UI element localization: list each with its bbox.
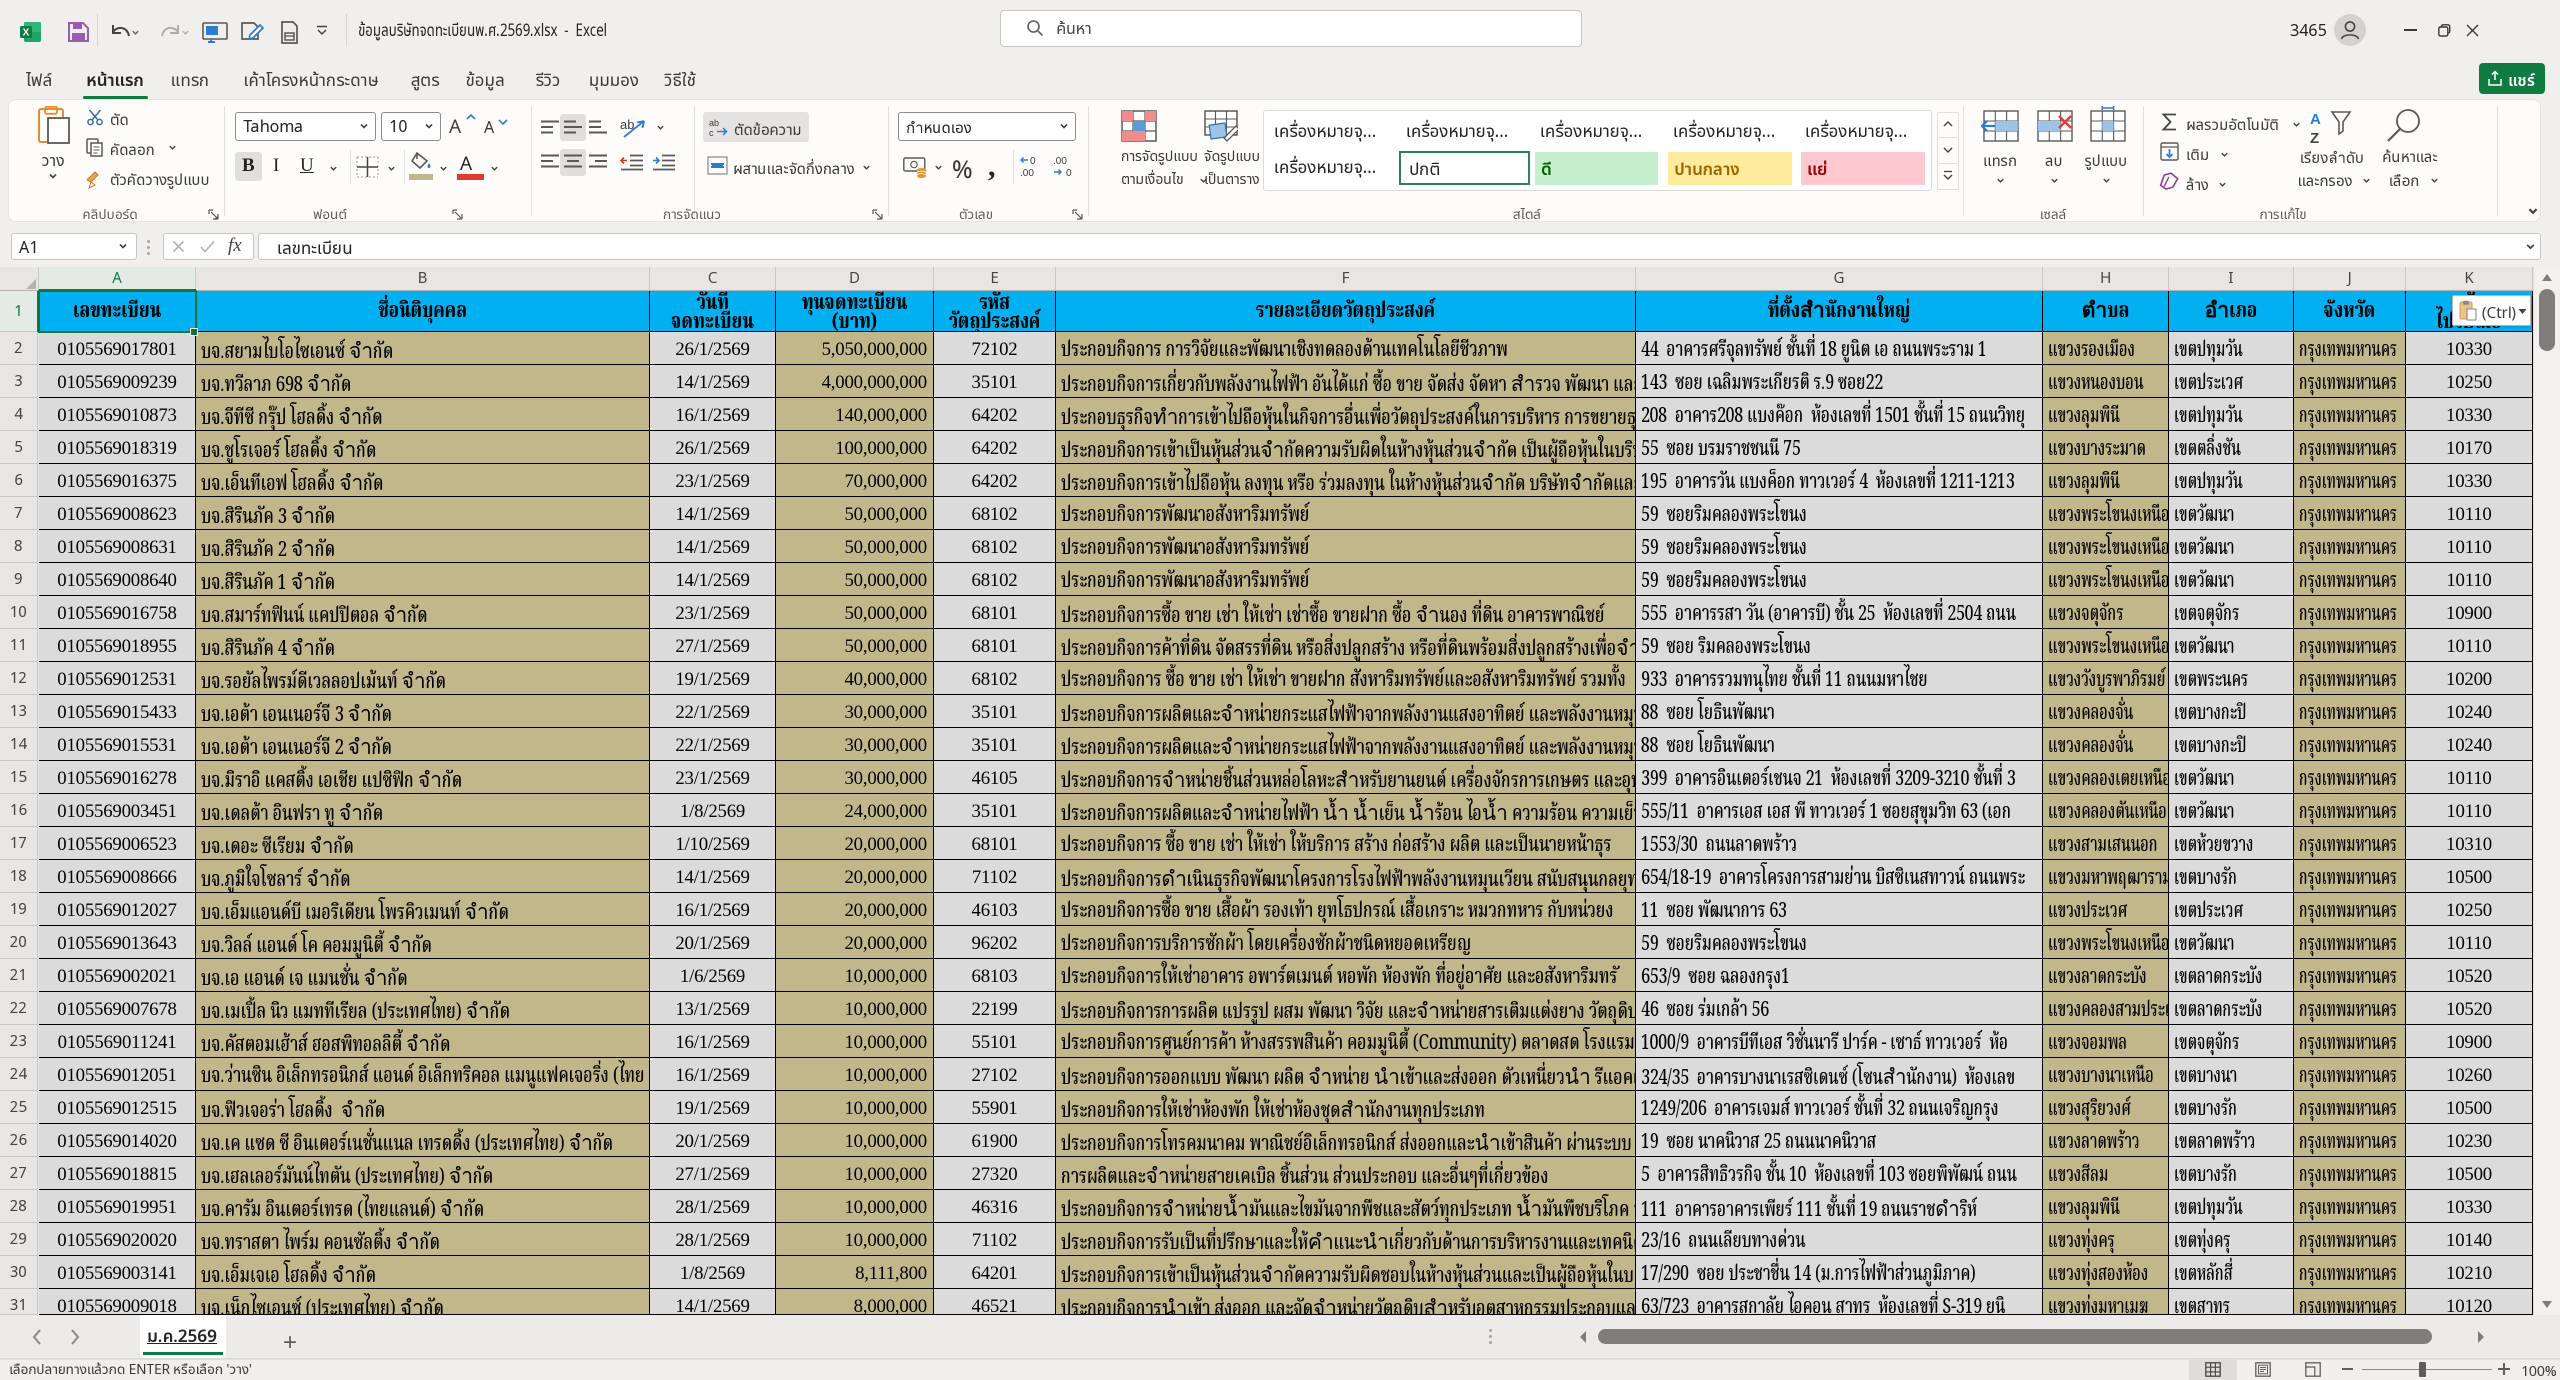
- svg-text:.00: .00: [1020, 168, 1034, 178]
- svg-text:Z: Z: [2310, 130, 2319, 146]
- svg-text:0: 0: [1030, 156, 1036, 167]
- svg-text:A: A: [2310, 111, 2321, 128]
- svg-text:ab: ab: [709, 118, 719, 128]
- svg-text:0: 0: [1066, 168, 1072, 178]
- svg-text:c: c: [709, 128, 714, 137]
- svg-text:X: X: [23, 28, 30, 39]
- svg-text:.00: .00: [1053, 156, 1067, 167]
